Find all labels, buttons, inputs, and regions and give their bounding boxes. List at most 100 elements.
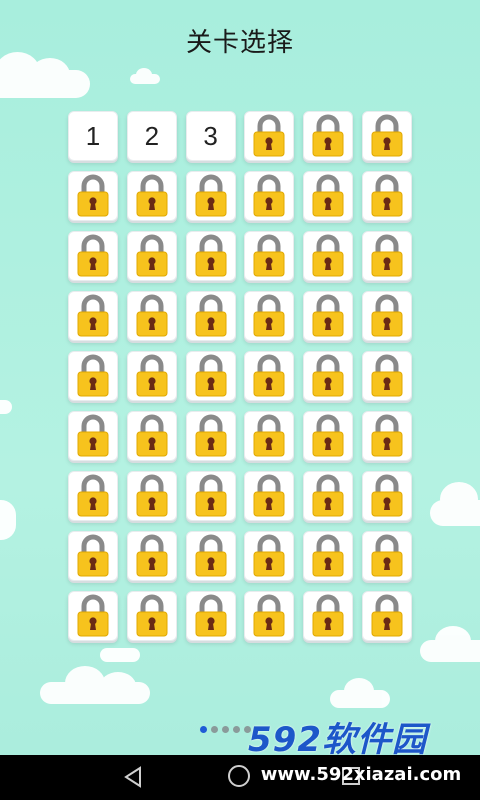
padlock-icon — [77, 474, 109, 517]
level-tile-locked[interactable] — [361, 531, 412, 581]
level-tile-locked[interactable] — [68, 471, 118, 521]
padlock-icon — [77, 234, 109, 277]
level-tile-locked[interactable] — [126, 231, 177, 281]
cloud-decoration — [0, 52, 90, 98]
padlock-icon — [253, 174, 285, 217]
level-tile-locked[interactable] — [244, 171, 295, 221]
page-indicator — [200, 726, 251, 733]
padlock-icon — [371, 354, 403, 397]
level-tile-locked[interactable] — [303, 111, 354, 161]
level-tile-locked[interactable] — [126, 591, 177, 641]
padlock-icon — [136, 594, 168, 637]
level-tile-locked[interactable] — [185, 471, 236, 521]
level-tile-locked[interactable] — [303, 591, 354, 641]
padlock-icon — [253, 234, 285, 277]
level-tile-locked[interactable] — [361, 171, 412, 221]
level-number: 3 — [203, 120, 218, 151]
level-tile-locked[interactable] — [244, 471, 295, 521]
padlock-icon — [136, 234, 168, 277]
level-tile-locked[interactable] — [303, 531, 354, 581]
level-tile-locked[interactable] — [126, 291, 177, 341]
padlock-icon — [371, 174, 403, 217]
level-tile-locked[interactable] — [68, 531, 118, 581]
padlock-icon — [136, 414, 168, 457]
padlock-icon — [77, 294, 109, 337]
cloud-decoration — [40, 666, 150, 704]
level-tile-locked[interactable] — [361, 591, 412, 641]
level-tile-unlocked[interactable]: 3 — [185, 111, 236, 161]
padlock-icon — [77, 534, 109, 577]
padlock-icon — [136, 534, 168, 577]
level-tile-unlocked[interactable]: 1 — [68, 111, 118, 161]
level-tile-locked[interactable] — [244, 351, 295, 401]
padlock-icon — [312, 534, 344, 577]
padlock-icon — [312, 594, 344, 637]
cloud-decoration — [420, 626, 480, 662]
level-tile-locked[interactable] — [303, 471, 354, 521]
padlock-icon — [136, 174, 168, 217]
level-tile-locked[interactable] — [361, 291, 412, 341]
level-tile-locked[interactable] — [68, 171, 118, 221]
level-tile-locked[interactable] — [244, 291, 295, 341]
page-title: 关卡选择 — [185, 28, 294, 58]
level-tile-locked[interactable] — [185, 291, 236, 341]
page-dot[interactable] — [211, 726, 218, 733]
level-tile-locked[interactable] — [303, 351, 354, 401]
level-grid: 1 2 3 — [68, 111, 414, 641]
level-tile-locked[interactable] — [68, 591, 118, 641]
level-tile-locked[interactable] — [361, 351, 412, 401]
level-tile-locked[interactable] — [303, 231, 354, 281]
back-triangle-icon[interactable] — [122, 765, 146, 789]
page-dot[interactable] — [222, 726, 229, 733]
level-tile-locked[interactable] — [185, 351, 236, 401]
level-tile-unlocked[interactable]: 2 — [126, 111, 177, 161]
padlock-icon — [195, 594, 227, 637]
level-number: 2 — [144, 120, 160, 151]
padlock-icon — [195, 354, 227, 397]
padlock-icon — [253, 354, 285, 397]
level-tile-locked[interactable] — [361, 231, 412, 281]
level-tile-locked[interactable] — [126, 351, 177, 401]
level-tile-locked[interactable] — [244, 231, 295, 281]
level-tile-locked[interactable] — [244, 111, 295, 161]
level-tile-locked[interactable] — [244, 411, 295, 461]
level-tile-locked[interactable] — [185, 171, 236, 221]
cloud-decoration — [0, 500, 16, 540]
level-tile-locked[interactable] — [185, 591, 236, 641]
level-tile-locked[interactable] — [68, 291, 118, 341]
level-tile-locked[interactable] — [126, 531, 177, 581]
padlock-icon — [77, 354, 109, 397]
page-dot-active[interactable] — [200, 726, 207, 733]
level-tile-locked[interactable] — [68, 231, 118, 281]
padlock-icon — [312, 114, 344, 157]
level-tile-locked[interactable] — [361, 471, 412, 521]
cloud-decoration — [430, 482, 480, 526]
padlock-icon — [253, 474, 285, 517]
level-tile-locked[interactable] — [126, 471, 177, 521]
padlock-icon — [371, 594, 403, 637]
level-tile-locked[interactable] — [303, 411, 354, 461]
home-circle-icon[interactable] — [228, 765, 250, 787]
page-dot[interactable] — [233, 726, 240, 733]
level-tile-locked[interactable] — [126, 411, 177, 461]
level-tile-locked[interactable] — [68, 411, 118, 461]
padlock-icon — [77, 414, 109, 457]
level-tile-locked[interactable] — [244, 531, 295, 581]
level-tile-locked[interactable] — [68, 351, 118, 401]
level-tile-locked[interactable] — [185, 531, 236, 581]
level-tile-locked[interactable] — [185, 231, 236, 281]
level-tile-locked[interactable] — [185, 411, 236, 461]
level-tile-locked[interactable] — [303, 291, 354, 341]
padlock-icon — [77, 594, 109, 637]
padlock-icon — [195, 534, 227, 577]
cloud-decoration — [130, 68, 160, 84]
padlock-icon — [371, 534, 403, 577]
level-number: 1 — [85, 120, 101, 151]
padlock-icon — [136, 354, 168, 397]
level-tile-locked[interactable] — [361, 411, 412, 461]
level-tile-locked[interactable] — [361, 111, 412, 161]
level-tile-locked[interactable] — [126, 171, 177, 221]
level-tile-locked[interactable] — [244, 591, 295, 641]
padlock-icon — [195, 474, 227, 517]
level-tile-locked[interactable] — [303, 171, 354, 221]
